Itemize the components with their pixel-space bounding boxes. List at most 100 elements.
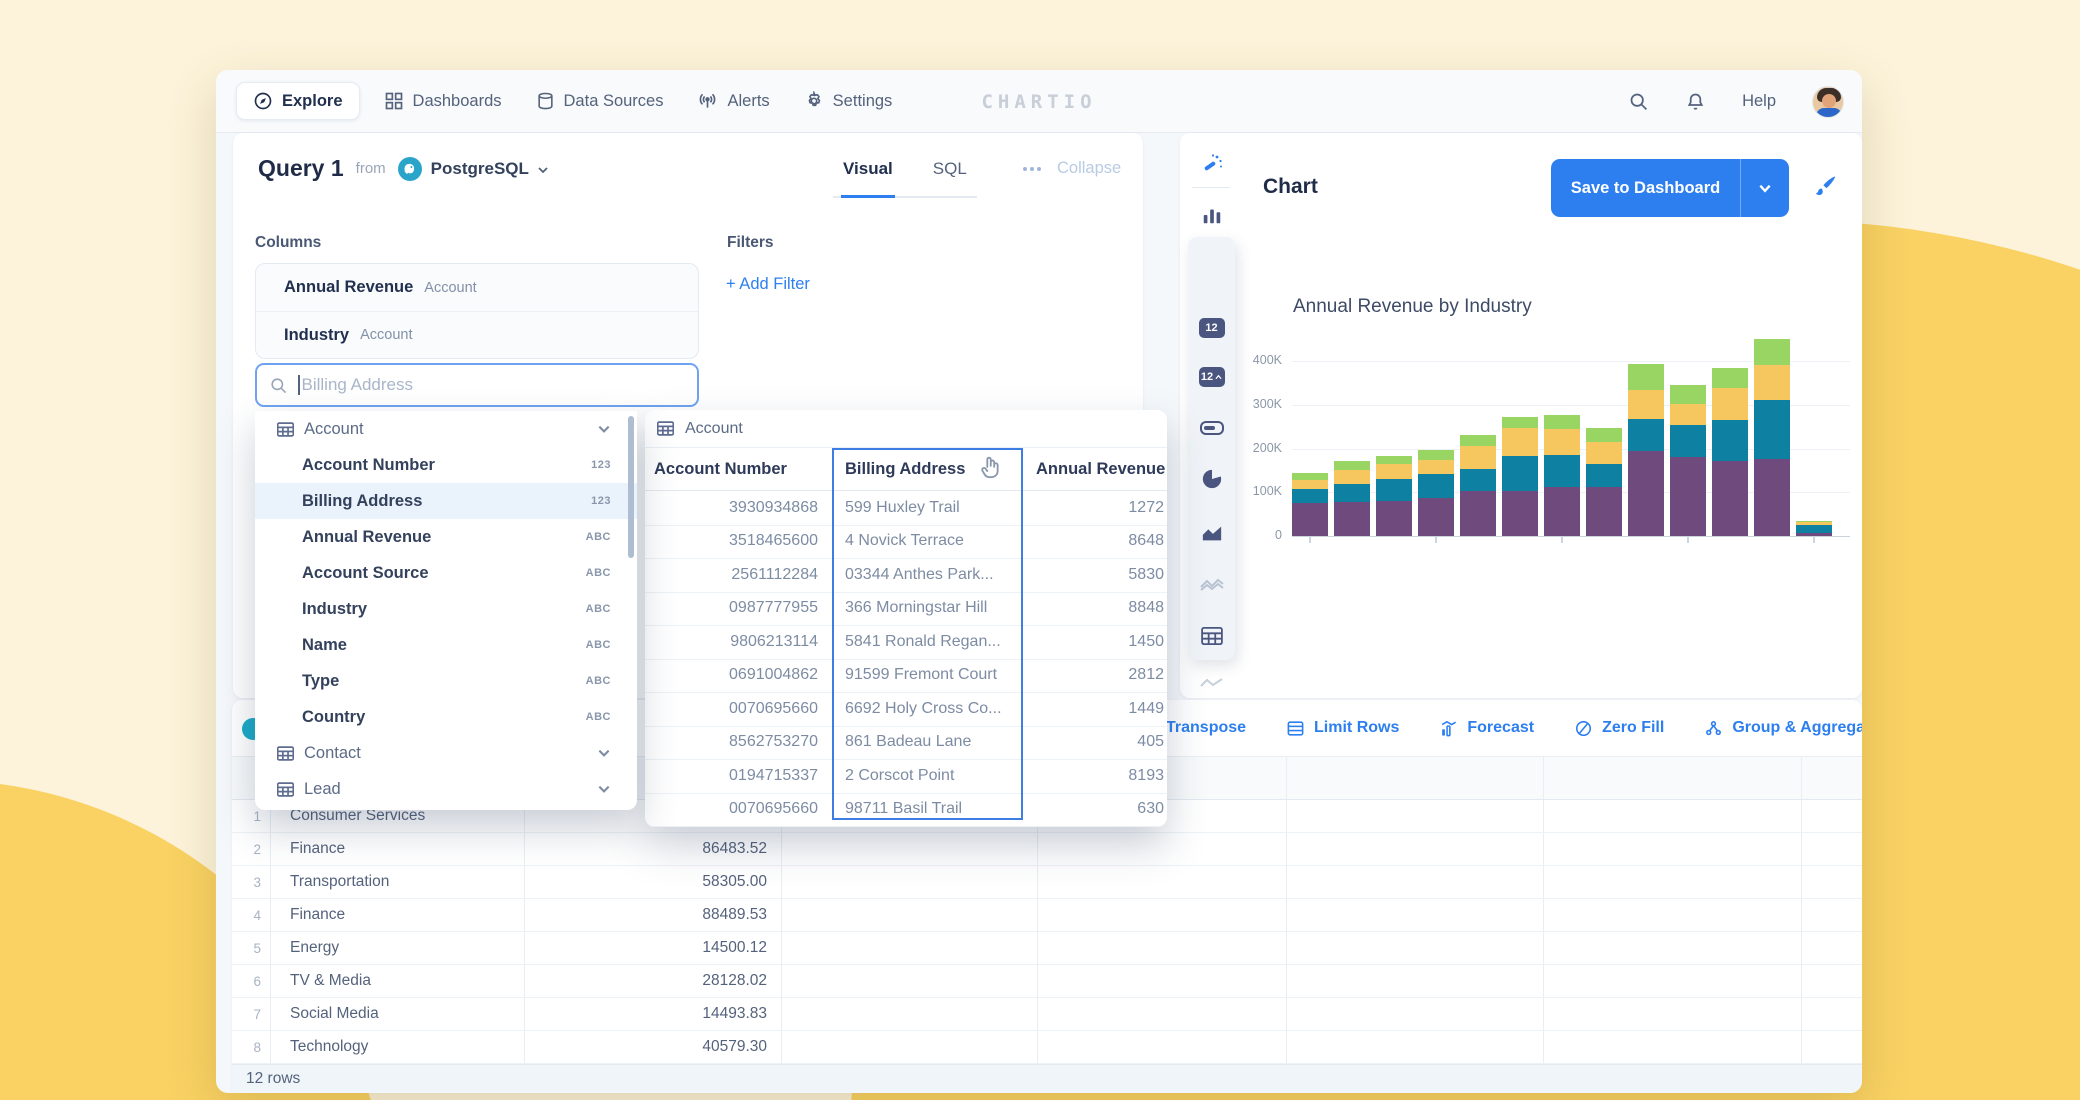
nav-item-data-sources[interactable]: Data Sources xyxy=(536,91,664,111)
add-filter-button[interactable]: + Add Filter xyxy=(726,275,810,294)
field-name: Billing Address xyxy=(302,491,423,510)
field-name: Industry xyxy=(302,599,368,618)
help-link[interactable]: Help xyxy=(1742,92,1776,111)
table-row: 6 TV & Media 28128.02 xyxy=(232,965,1862,998)
nav-item-settings[interactable]: Settings xyxy=(804,91,892,111)
dropdown-group-account[interactable]: Account xyxy=(255,411,637,447)
bar-1[interactable] xyxy=(1292,472,1328,536)
dropdown-field-name[interactable]: Name ABC xyxy=(255,627,637,663)
x-axis-tick xyxy=(1813,537,1815,543)
dropdown-field-account-number[interactable]: Account Number 123 xyxy=(255,447,637,483)
bar-segment xyxy=(1712,368,1748,388)
row-number: 2 xyxy=(253,841,261,857)
dropdown-field-annual-revenue[interactable]: Annual Revenue ABC xyxy=(255,519,637,555)
more-options-icon[interactable] xyxy=(1019,163,1045,175)
bar-3[interactable] xyxy=(1376,455,1412,536)
search-icon[interactable] xyxy=(1628,91,1649,112)
row-number: 4 xyxy=(253,907,261,923)
results-grid-rows: 1Consumer Services12722.712Finance86483.… xyxy=(232,800,1862,1064)
gear-icon xyxy=(804,91,824,111)
pill-field-name: Annual Revenue xyxy=(284,278,414,296)
industry-cell: TV & Media xyxy=(290,972,371,989)
chevron-down-icon xyxy=(597,746,611,760)
bar-7[interactable] xyxy=(1544,414,1580,536)
dropdown-field-type[interactable]: Type ABC xyxy=(255,663,637,699)
bar-13[interactable] xyxy=(1796,520,1832,536)
preview-col-header-billing-address[interactable]: Billing Address xyxy=(845,448,1036,491)
bar-8[interactable] xyxy=(1586,427,1622,536)
y-axis-tick-label: 0 xyxy=(1275,528,1282,542)
bar-segment xyxy=(1670,384,1706,405)
preview-cell: 9806213114 xyxy=(730,632,818,650)
group-label: Lead xyxy=(304,779,341,798)
bar-9[interactable] xyxy=(1628,364,1664,536)
nav-item-dashboards[interactable]: Dashboards xyxy=(384,91,502,111)
nav-item-label: Data Sources xyxy=(563,91,664,110)
preview-col-header-account-number[interactable]: Account Number xyxy=(654,448,841,491)
bar-11[interactable] xyxy=(1712,368,1748,536)
bar-5[interactable] xyxy=(1460,435,1496,536)
row-count-footer: 12 rows xyxy=(232,1064,1862,1093)
column-search-field[interactable] xyxy=(255,363,699,407)
dropdown-field-industry[interactable]: Industry ABC xyxy=(255,591,637,627)
nav-item-alerts[interactable]: Alerts xyxy=(697,91,770,111)
results-toolbar: Transpose Limit Rows Forecast Zero Fill Grou… xyxy=(1138,700,1862,756)
chevron-down-icon xyxy=(597,782,611,796)
bar-4[interactable] xyxy=(1418,449,1454,536)
bar-segment xyxy=(1712,387,1748,421)
collapse-button[interactable]: Collapse xyxy=(1057,159,1121,178)
toolbar-limit-rows[interactable]: Limit Rows xyxy=(1286,719,1399,738)
bar-10[interactable] xyxy=(1670,384,1706,536)
datasource-chevron-down-icon[interactable] xyxy=(537,164,548,174)
bar-segment xyxy=(1334,501,1370,536)
bar-segment xyxy=(1544,486,1580,536)
industry-cell: Energy xyxy=(290,939,340,956)
bar-12[interactable] xyxy=(1754,339,1790,536)
database-icon xyxy=(536,91,555,111)
table-row: 5 Energy 14500.12 xyxy=(232,932,1862,965)
revenue-cell: 40579.30 xyxy=(702,1038,767,1055)
bar-segment xyxy=(1796,524,1832,533)
bar-segment xyxy=(1376,501,1412,536)
column-field-dropdown: Account Account Number 123 Billing Address 1… xyxy=(255,411,637,810)
tab-sql[interactable]: SQL xyxy=(931,151,969,196)
column-pill[interactable]: Industry Account xyxy=(256,311,698,358)
toolbar-forecast[interactable]: Forecast xyxy=(1439,719,1534,738)
search-input[interactable] xyxy=(301,375,685,395)
group-icon xyxy=(1704,719,1723,738)
bar-segment xyxy=(1754,339,1790,365)
datasource-name[interactable]: PostgreSQL xyxy=(431,159,529,179)
toolbar-group-aggregate[interactable]: Group & Aggregate xyxy=(1704,719,1862,738)
dropdown-group-contact[interactable]: Contact xyxy=(255,735,637,771)
industry-cell: Transportation xyxy=(290,873,390,890)
dropdown-scrollbar-thumb[interactable] xyxy=(628,416,634,558)
revenue-cell: 14500.12 xyxy=(702,939,767,956)
bar-segment xyxy=(1586,487,1622,536)
preview-cell: 5830 xyxy=(1128,565,1164,583)
bar-6[interactable] xyxy=(1502,417,1538,536)
text-cursor xyxy=(298,375,300,395)
dropdown-field-billing-address[interactable]: Billing Address 123 xyxy=(255,483,637,519)
field-name: Account Number xyxy=(302,455,435,474)
bar-2[interactable] xyxy=(1334,460,1370,536)
toolbar-zero-fill[interactable]: Zero Fill xyxy=(1574,719,1664,738)
user-avatar[interactable] xyxy=(1812,85,1844,118)
industry-cell: Finance xyxy=(290,840,346,857)
bar-segment xyxy=(1460,468,1496,491)
table-row: 4 Finance 88489.53 xyxy=(232,899,1862,932)
bar-segment xyxy=(1586,427,1622,442)
tab-visual[interactable]: Visual xyxy=(841,151,895,198)
bar-segment xyxy=(1796,532,1832,536)
preview-cell: 0987777955 xyxy=(729,599,818,617)
notifications-bell-icon[interactable] xyxy=(1685,91,1706,112)
field-type-badge: ABC xyxy=(585,567,611,579)
preview-col-header-annual-revenue[interactable]: Annual Revenue xyxy=(1036,448,1167,491)
x-axis-tick xyxy=(1561,537,1563,543)
column-pill[interactable]: Annual Revenue Account xyxy=(256,264,698,311)
dropdown-field-account-source[interactable]: Account Source ABC xyxy=(255,555,637,591)
dropdown-field-country[interactable]: Country ABC xyxy=(255,699,637,735)
field-type-badge: ABC xyxy=(585,531,611,543)
nav-item-label: Dashboards xyxy=(412,91,502,110)
dropdown-group-lead[interactable]: Lead xyxy=(255,771,637,807)
nav-item-explore[interactable]: Explore xyxy=(236,82,360,120)
